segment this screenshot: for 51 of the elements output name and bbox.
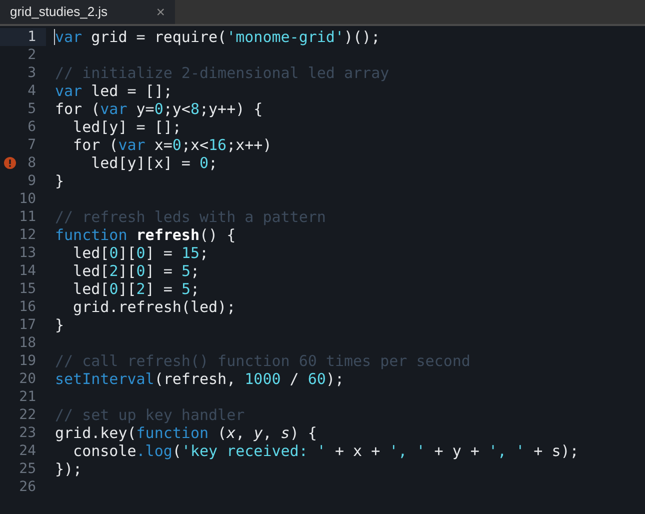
- line-number: 11: [19, 208, 36, 226]
- line-number: 24: [19, 442, 36, 460]
- line-number: 15: [19, 280, 36, 298]
- line-number: 22: [19, 406, 36, 424]
- line-number: 1: [28, 28, 36, 46]
- code-line: led[2][0] = 5;: [72, 262, 200, 280]
- line-number: 14: [19, 262, 36, 280]
- line-number: 17: [19, 316, 36, 334]
- line-number: 19: [19, 352, 36, 370]
- code-line: });: [55, 460, 82, 478]
- line-number: 18: [19, 334, 36, 352]
- code-line: console.log('key received: ' + x + ', ' + y + ', ' + s);: [72, 442, 579, 460]
- line-number: 12: [19, 226, 36, 244]
- code-line: grid.refresh(led);: [72, 298, 236, 316]
- code-line: }: [55, 316, 64, 334]
- code-line: led[y][x] = 0;: [90, 154, 218, 172]
- line-number: 9: [28, 172, 36, 190]
- code-line: // refresh leds with a pattern: [55, 208, 326, 226]
- line-number: 23: [19, 424, 36, 442]
- line-number: 2: [28, 46, 36, 64]
- line-number: 4: [28, 82, 36, 100]
- line-number: 3: [28, 64, 36, 82]
- code-line: grid.key(function (x, y, s) {: [55, 424, 317, 442]
- line-number: 26: [19, 478, 36, 496]
- code-line: for (var y=0;y<8;y++) {: [55, 100, 263, 118]
- line-number: 25: [19, 460, 36, 478]
- line-number: 16: [19, 298, 36, 316]
- code-line: var led = [];: [55, 82, 172, 100]
- text-cursor: [54, 29, 55, 45]
- code-line: // call refresh() function 60 times per second: [55, 352, 470, 370]
- close-icon[interactable]: ×: [156, 4, 165, 20]
- line-number: 20: [19, 370, 36, 388]
- code-line: setInterval(refresh, 1000 / 60);: [55, 370, 344, 388]
- code-line: for (var x=0;x<16;x++): [72, 136, 272, 154]
- line-number: 21: [19, 388, 36, 406]
- line-number: 7: [28, 136, 36, 154]
- code-line: var grid = require('monome-grid')();: [55, 28, 380, 46]
- code-line: function refresh() {: [55, 226, 236, 244]
- code-line: }: [55, 172, 64, 190]
- code-line: led[0][0] = 15;: [72, 244, 209, 262]
- code-line: led[0][2] = 5;: [72, 280, 200, 298]
- code-line: led[y] = [];: [72, 118, 182, 136]
- code-line: // set up key handler: [55, 406, 245, 424]
- line-number: 8: [28, 154, 36, 172]
- line-number: 10: [19, 190, 36, 208]
- editor-tab[interactable]: grid_studies_2.js ×: [0, 0, 175, 24]
- line-number: 5: [28, 100, 36, 118]
- code-line: // initialize 2-dimensional led array: [55, 64, 390, 82]
- tab-label: grid_studies_2.js: [10, 3, 108, 22]
- line-number: 6: [28, 118, 36, 136]
- line-number: 13: [19, 244, 36, 262]
